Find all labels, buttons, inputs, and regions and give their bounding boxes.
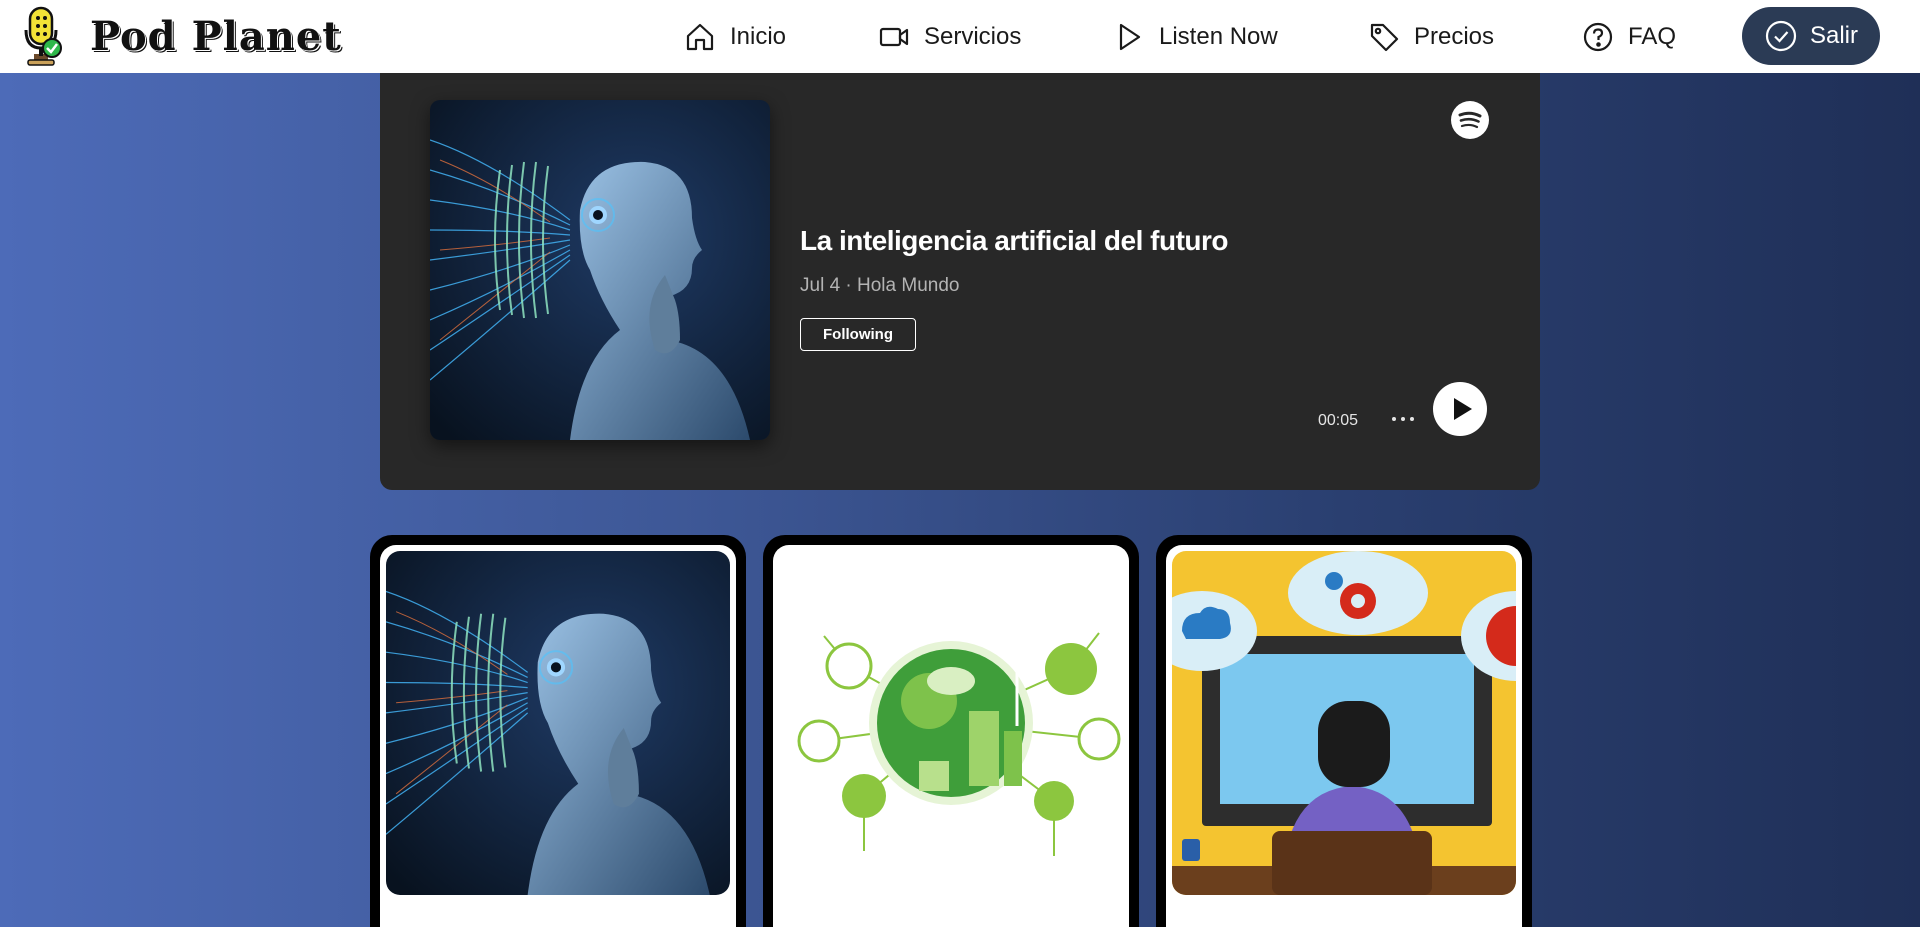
podcast-card[interactable] xyxy=(370,535,746,927)
nav-servicios[interactable]: Servicios xyxy=(878,18,1021,56)
ai-robot-illustration xyxy=(430,100,770,440)
video-camera-icon xyxy=(879,27,909,47)
podcast-card-image[interactable] xyxy=(779,551,1123,895)
green-eco-city-illustration xyxy=(779,551,1123,895)
nav-inicio[interactable]: Inicio xyxy=(684,18,786,56)
spotify-icon[interactable] xyxy=(1451,101,1489,139)
logout-label: Salir xyxy=(1809,22,1858,49)
question-circle-icon xyxy=(1583,22,1613,52)
following-button[interactable]: Following xyxy=(800,318,916,351)
nav-listen-now-label: Listen Now xyxy=(1159,23,1278,50)
play-icon xyxy=(1119,23,1141,51)
episode-cover-image[interactable] xyxy=(430,100,770,440)
ai-robot-illustration xyxy=(386,551,730,895)
more-options-icon[interactable] xyxy=(1388,407,1418,431)
check-circle-icon xyxy=(1765,20,1797,52)
podcast-card[interactable] xyxy=(763,535,1139,927)
nav-precios[interactable]: Precios xyxy=(1368,18,1494,56)
podcast-card-image[interactable] xyxy=(1172,551,1516,895)
podcast-card-image[interactable] xyxy=(386,551,730,895)
home-icon xyxy=(686,23,714,51)
nav-listen-now[interactable]: Listen Now xyxy=(1113,18,1278,56)
nav-faq-label: FAQ xyxy=(1628,23,1677,50)
podcast-card-body xyxy=(1166,545,1522,927)
brand-name: Pod Planet xyxy=(90,12,342,60)
person-at-computer-illustration xyxy=(1172,551,1516,895)
play-triangle-icon xyxy=(1454,398,1472,420)
tag-icon xyxy=(1370,23,1399,52)
podcast-card-body xyxy=(773,545,1129,927)
logout-button[interactable]: Salir xyxy=(1742,7,1880,65)
episode-title[interactable]: La inteligencia artificial del futuro xyxy=(800,225,1229,257)
brand[interactable]: Pod Planet xyxy=(18,4,342,68)
episode-meta: Jul 4 · Hola Mundo xyxy=(800,275,960,296)
podcast-card-body xyxy=(380,545,736,927)
top-navbar: Pod Planet Inicio Servicios Listen Now P… xyxy=(0,0,1920,73)
play-button[interactable] xyxy=(1433,382,1487,436)
nav-precios-label: Precios xyxy=(1414,23,1495,50)
nav-servicios-label: Servicios xyxy=(924,23,1022,50)
nav-faq[interactable]: FAQ xyxy=(1582,18,1676,56)
microphone-logo-icon xyxy=(24,6,62,66)
podcast-card[interactable] xyxy=(1156,535,1532,927)
nav-inicio-label: Inicio xyxy=(730,23,787,50)
playback-time: 00:05 xyxy=(1318,412,1359,429)
podcast-embed-player: La inteligencia artificial del futuro Ju… xyxy=(380,73,1540,490)
